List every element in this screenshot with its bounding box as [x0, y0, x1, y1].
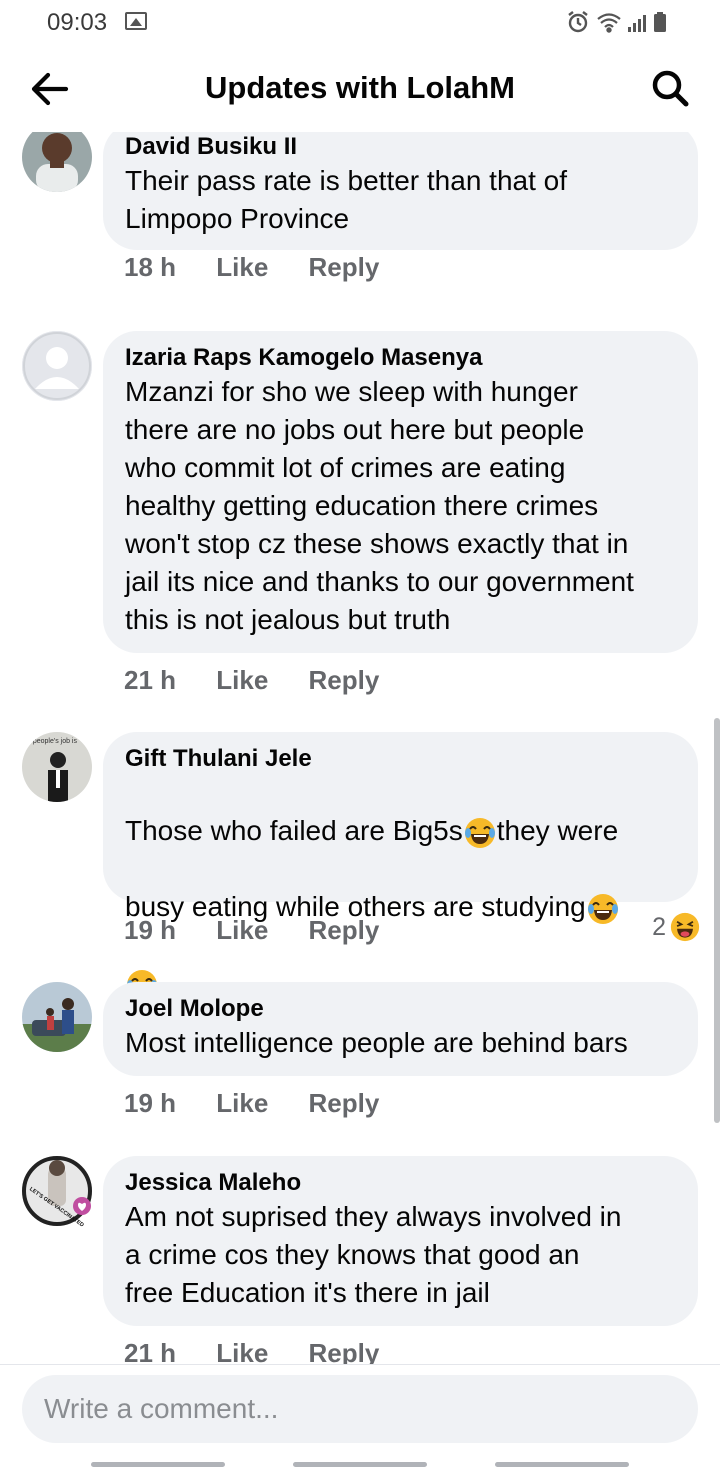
reply-link[interactable]: Reply: [309, 252, 380, 283]
comment-author[interactable]: Gift Thulani Jele: [125, 744, 676, 774]
comment-actions: 18 h Like Reply: [124, 252, 412, 283]
scrollbar-thumb[interactable]: [714, 718, 720, 1123]
comment-time: 21 h: [124, 665, 177, 695]
comment-text-part: they were: [496, 815, 619, 846]
laughing-tears-emoji-icon: [587, 893, 618, 924]
reply-link[interactable]: Reply: [309, 1338, 380, 1364]
comment-time: 21 h: [124, 1338, 177, 1364]
top-bar: Updates with LolahM: [0, 44, 720, 132]
gallery-notification-icon: [125, 12, 147, 30]
status-icons: [566, 10, 676, 33]
comment-author[interactable]: David Busiku II: [125, 132, 676, 162]
nav-recents-indicator[interactable]: [91, 1462, 225, 1467]
comment-author[interactable]: Jessica Maleho: [125, 1168, 676, 1198]
avatar-caption: a people's job is: [27, 738, 77, 745]
comment-text: Mzanzi for sho we sleep with hunger ther…: [125, 376, 634, 635]
avatar[interactable]: LET'S GET VACCINATED: [22, 1156, 92, 1229]
comment-author[interactable]: Joel Molope: [125, 994, 676, 1024]
signal-icon: [628, 15, 646, 32]
wifi-icon: [597, 13, 621, 33]
reply-link[interactable]: Reply: [309, 665, 380, 696]
laughing-tears-emoji-icon: [464, 817, 495, 848]
gesture-nav-bar: [0, 1462, 720, 1470]
reply-link[interactable]: Reply: [309, 915, 380, 946]
reply-link[interactable]: Reply: [309, 1088, 380, 1119]
comment-bubble[interactable]: Izaria Raps Kamogelo Masenya Mzanzi for …: [103, 331, 698, 653]
like-link[interactable]: Like: [216, 252, 268, 283]
comment-text: Most intelligence people are behind bars: [125, 1027, 628, 1058]
comment-actions: 21 h Like Reply: [124, 665, 412, 696]
reaction-summary[interactable]: 2: [652, 912, 700, 942]
comment-time: 19 h: [124, 915, 177, 945]
comment-time: 18 h: [124, 252, 177, 282]
page-title: Updates with LolahM: [205, 70, 515, 105]
avatar[interactable]: [22, 132, 92, 192]
nav-home-indicator[interactable]: [293, 1462, 427, 1467]
avatar[interactable]: [22, 982, 92, 1052]
nav-back-indicator[interactable]: [495, 1462, 629, 1467]
like-link[interactable]: Like: [216, 665, 268, 696]
comment-bubble[interactable]: Joel Molope Most intelligence people are…: [103, 982, 698, 1076]
like-link[interactable]: Like: [216, 1088, 268, 1119]
reaction-count: 2: [652, 912, 666, 941]
comment-input[interactable]: [22, 1375, 698, 1443]
haha-reaction-icon: [670, 912, 700, 942]
battery-icon: [654, 12, 666, 32]
comment-text: Those who failed are Big5s they were busy…: [125, 774, 676, 1002]
comment-actions: 19 h Like Reply: [124, 1088, 412, 1119]
comment-text-part: Those who failed are Big5s: [125, 815, 463, 846]
search-icon[interactable]: [650, 68, 690, 108]
alarm-icon: [568, 11, 588, 33]
comment-bubble[interactable]: Jessica Maleho Am not suprised they alwa…: [103, 1156, 698, 1326]
avatar[interactable]: a people's job is: [22, 732, 92, 802]
comment-composer: [0, 1364, 720, 1480]
like-link[interactable]: Like: [216, 1338, 268, 1364]
comment-author[interactable]: Izaria Raps Kamogelo Masenya: [125, 343, 676, 373]
comment-time: 19 h: [124, 1088, 177, 1118]
comment-actions: 21 h Like Reply: [124, 1338, 412, 1364]
like-link[interactable]: Like: [216, 915, 268, 946]
comment-actions: 19 h Like Reply: [124, 915, 412, 946]
status-time: 09:03: [47, 9, 108, 36]
status-bar: 09:03: [0, 0, 720, 44]
comment-text: Am not suprised they always involved in …: [125, 1201, 622, 1308]
comment-bubble[interactable]: David Busiku II Their pass rate is bette…: [103, 132, 698, 250]
avatar[interactable]: [22, 331, 92, 401]
comment-text: Their pass rate is better than that of L…: [125, 165, 568, 234]
comment-bubble[interactable]: Gift Thulani Jele Those who failed are B…: [103, 732, 698, 1000]
comments-feed[interactable]: David Busiku II Their pass rate is bette…: [0, 132, 720, 1364]
